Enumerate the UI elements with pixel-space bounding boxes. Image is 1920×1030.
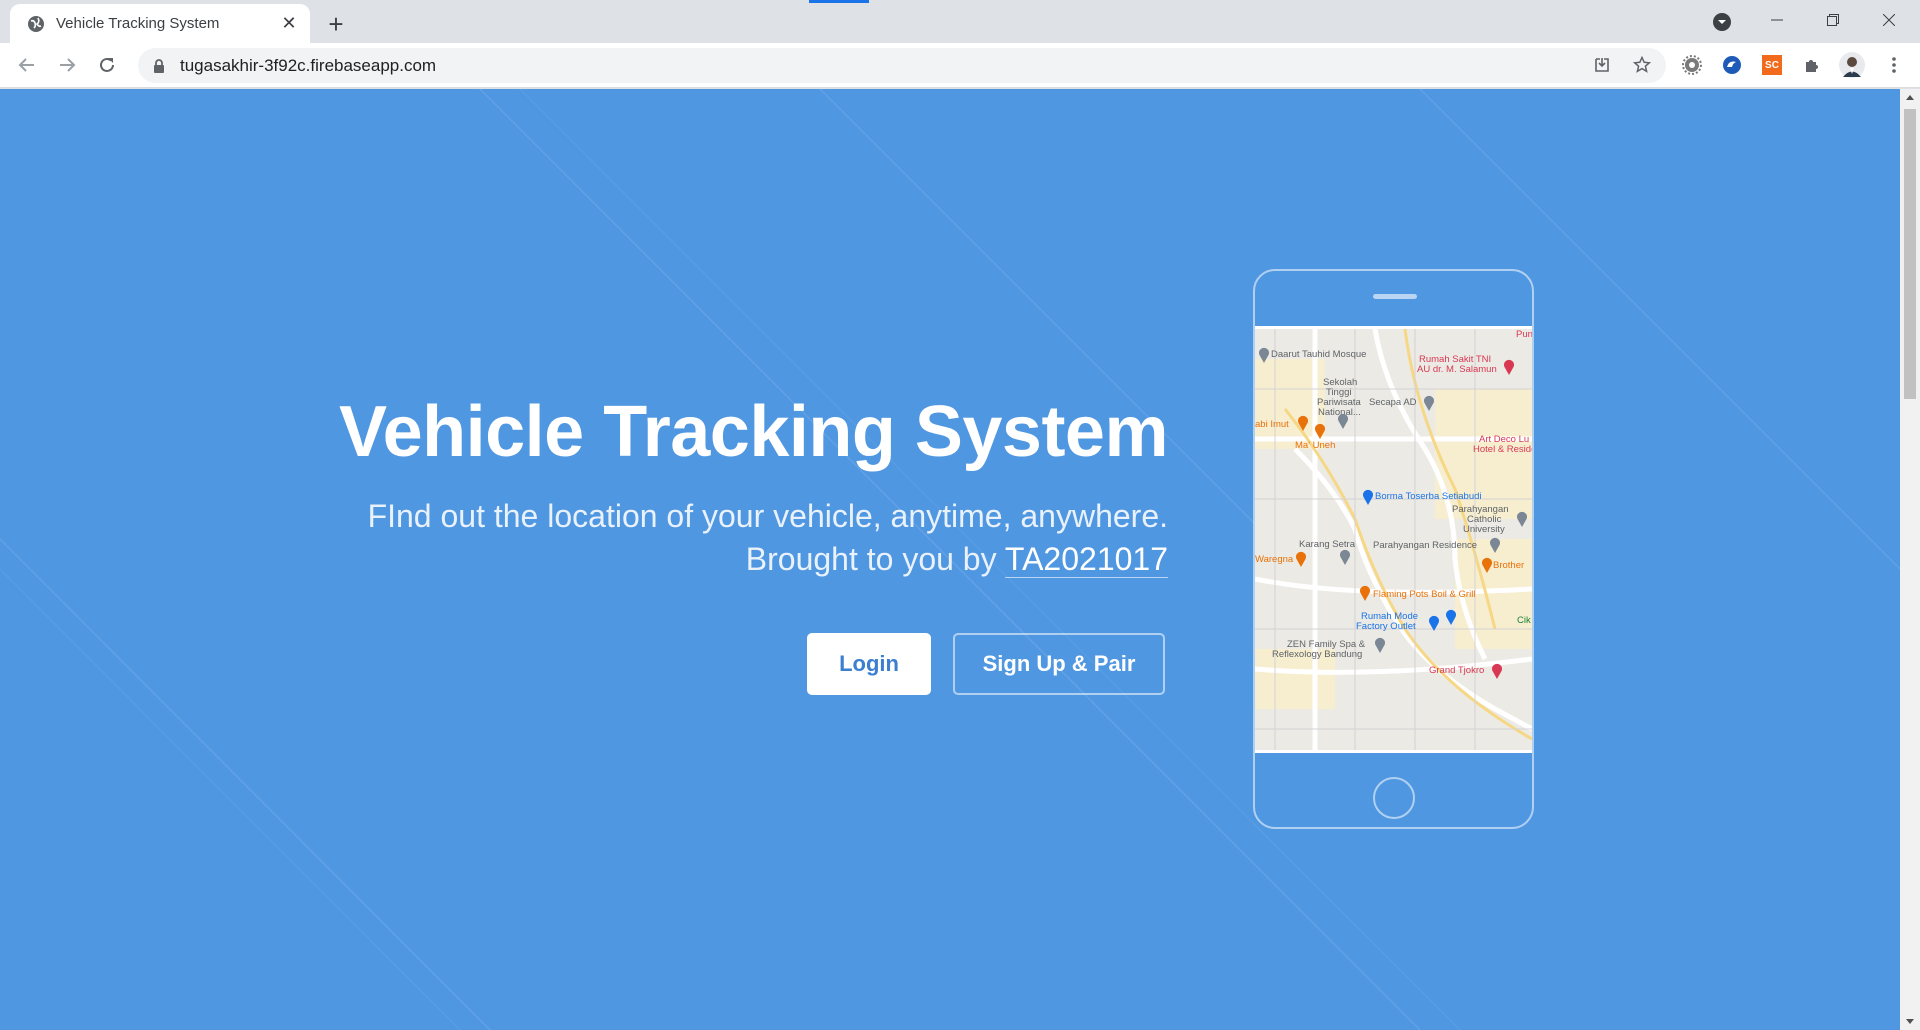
hero-tagline: FInd out the location of your vehicle, a… <box>367 498 1168 534</box>
map-pin-icon <box>1363 489 1373 505</box>
map-label: University <box>1463 524 1505 535</box>
browser-toolbar: tugasakhir-3f92c.firebaseapp.com SC <box>0 43 1920 88</box>
lock-icon[interactable] <box>152 58 166 73</box>
phone-home-button <box>1373 777 1415 819</box>
address-bar[interactable]: tugasakhir-3f92c.firebaseapp.com <box>138 48 1666 83</box>
map-label: Secapa AD <box>1369 397 1417 408</box>
map-screenshot: Daarut Tauhid Mosque Rumah Sakit TNI AU … <box>1255 326 1532 753</box>
phone-speaker <box>1373 294 1417 299</box>
close-icon <box>1883 14 1895 26</box>
map-label: Hotel & Reside <box>1473 444 1532 455</box>
map-label: Factory Outlet <box>1356 621 1416 632</box>
tab-title: Vehicle Tracking System <box>56 15 220 32</box>
tab-search-icon[interactable] <box>1710 10 1734 34</box>
map-label: Cik <box>1517 615 1531 626</box>
map-label: Pun <box>1516 329 1532 340</box>
extensions-button[interactable] <box>1798 51 1826 79</box>
map-label: Flaming Pots Boil & Grill <box>1373 589 1476 600</box>
menu-button[interactable] <box>1880 51 1908 79</box>
map-label: Borma Toserba Setiabudi <box>1375 491 1482 502</box>
gear-icon <box>1682 55 1702 75</box>
page-viewport: Vehicle Tracking System FInd out the loc… <box>0 89 1920 1030</box>
map-pin-icon <box>1482 557 1492 573</box>
reload-button[interactable] <box>92 50 122 80</box>
url-text[interactable]: tugasakhir-3f92c.firebaseapp.com <box>180 56 436 76</box>
page-scrollbar[interactable] <box>1900 89 1920 1030</box>
team-name: TA2021017 <box>1004 541 1168 578</box>
minimize-icon <box>1771 19 1783 21</box>
globe-icon <box>28 15 44 32</box>
gear-extension-button[interactable] <box>1678 51 1706 79</box>
reload-icon <box>100 57 114 72</box>
forward-button[interactable] <box>52 50 82 80</box>
new-tab-button[interactable]: + <box>322 9 350 39</box>
kebab-menu-icon <box>1892 57 1896 73</box>
bookmark-button[interactable] <box>1628 51 1656 79</box>
install-app-button[interactable] <box>1588 51 1616 79</box>
signup-pair-button[interactable]: Sign Up & Pair <box>953 633 1165 695</box>
map-pin-icon <box>1429 615 1439 631</box>
map-pin-icon <box>1259 347 1269 363</box>
restore-icon <box>1827 14 1839 26</box>
profile-button[interactable] <box>1838 51 1866 79</box>
edge-extension-button[interactable] <box>1718 51 1746 79</box>
map-label: Grand Tjokro <box>1429 665 1485 676</box>
map-label: abi Imut <box>1255 419 1289 430</box>
map-pin-icon <box>1490 537 1500 553</box>
star-icon <box>1633 56 1651 73</box>
avatar <box>1839 52 1865 78</box>
close-window-button[interactable] <box>1866 2 1912 38</box>
map-pin-icon <box>1424 395 1434 411</box>
map-label: Brother <box>1493 560 1525 571</box>
browser-tab[interactable]: Vehicle Tracking System ✕ <box>10 4 310 43</box>
map-pin-icon <box>1315 423 1325 439</box>
tab-strip: Vehicle Tracking System ✕ + <box>0 0 1920 43</box>
map-label: Reflexology Bandung <box>1272 649 1363 660</box>
minimize-button[interactable] <box>1754 2 1800 38</box>
map-label: Waregna <box>1255 554 1294 565</box>
hero-credit: Brought to you by TA2021017 <box>250 538 1168 581</box>
map-pin-icon <box>1517 511 1527 527</box>
sc-extension-button[interactable]: SC <box>1758 51 1786 79</box>
restore-button[interactable] <box>1810 2 1856 38</box>
map-pin-icon <box>1504 359 1514 375</box>
map-pin-icon <box>1338 413 1348 429</box>
credit-prefix: Brought to you by <box>745 541 997 577</box>
scrollbar-thumb[interactable] <box>1904 109 1916 399</box>
tab-loading-indicator <box>809 0 869 3</box>
sc-icon: SC <box>1762 55 1782 75</box>
scroll-up-icon[interactable] <box>1906 95 1914 100</box>
map-pin-icon <box>1298 415 1308 431</box>
hero-subtitle: FInd out the location of your vehicle, a… <box>250 495 1168 581</box>
map-pin-icon <box>1375 637 1385 653</box>
map-pin-icon <box>1446 609 1456 625</box>
map-pin-icon <box>1492 663 1502 679</box>
arrow-left-icon <box>18 58 34 72</box>
map-pin-icon <box>1360 585 1370 601</box>
map-pin-icon <box>1296 551 1306 567</box>
sc-label: SC <box>1765 59 1779 71</box>
hero-title: Vehicle Tracking System <box>339 392 1168 472</box>
map-label: Parahyangan Residence <box>1373 540 1478 551</box>
puzzle-icon <box>1806 60 1818 72</box>
map-label: Daarut Tauhid Mosque <box>1271 349 1367 360</box>
back-button[interactable] <box>12 50 42 80</box>
phone-mockup: Daarut Tauhid Mosque Rumah Sakit TNI AU … <box>1253 269 1534 829</box>
arrow-right-icon <box>60 58 76 72</box>
close-tab-icon[interactable]: ✕ <box>278 13 300 35</box>
login-button[interactable]: Login <box>807 633 931 695</box>
map-label: AU dr. M. Salamun <box>1417 364 1497 375</box>
scroll-down-icon[interactable] <box>1906 1019 1914 1024</box>
map-label: Ma' Uneh <box>1295 440 1336 451</box>
edge-icon <box>1723 56 1741 74</box>
install-icon <box>1595 58 1609 72</box>
map-pin-icon <box>1340 549 1350 565</box>
